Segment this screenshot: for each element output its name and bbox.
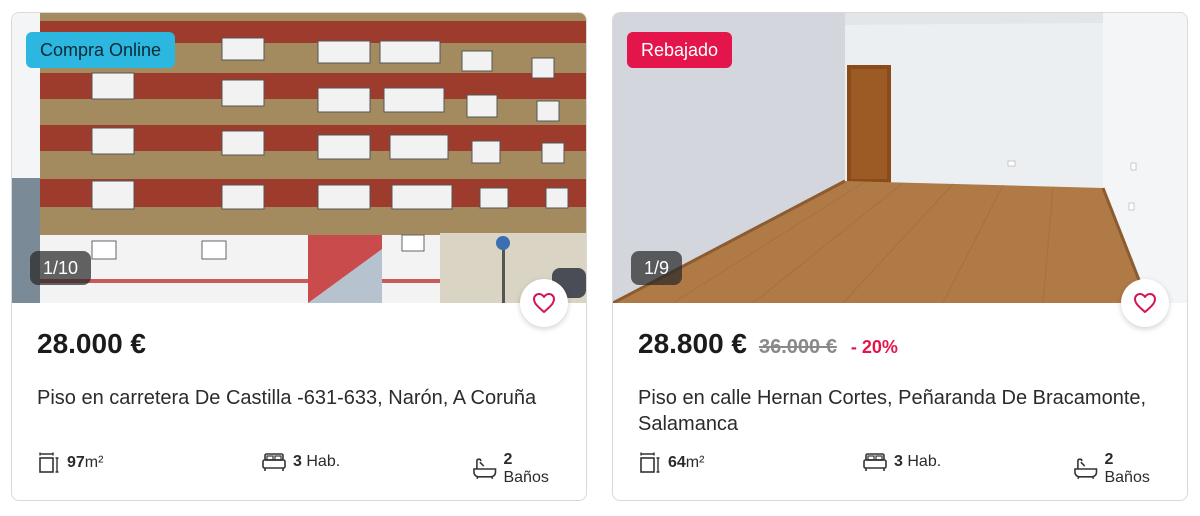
bed-icon	[262, 453, 286, 471]
area-unit: m²	[685, 454, 705, 471]
baths-value: 2	[503, 451, 513, 468]
favorite-button[interactable]	[520, 279, 568, 327]
rooms-unit: Hab.	[907, 453, 942, 470]
area-value: 97	[67, 454, 85, 471]
feature-baths: 2 Baños	[472, 451, 561, 487]
feature-rooms: 3 Hab.	[261, 451, 340, 473]
feature-area: 64m²	[638, 451, 704, 475]
price: 28.000 €	[37, 328, 146, 359]
badge-rebajado: Rebajado	[627, 32, 733, 68]
area-value: 64	[668, 454, 686, 471]
rooms-value: 3	[293, 453, 302, 470]
area-unit: m²	[84, 454, 104, 471]
heart-icon	[533, 293, 555, 313]
price: 28.800 €	[638, 328, 747, 359]
area-icon	[39, 452, 59, 473]
feature-area: 97m²	[37, 451, 103, 475]
rooms-unit: Hab.	[306, 453, 341, 470]
badge-compra-online: Compra Online	[26, 32, 176, 68]
features-row: 64m² 3 Hab. 2 Baños	[638, 451, 1162, 486]
discount-badge: - 20%	[850, 337, 898, 357]
listing-title[interactable]: Piso en calle Hernan Cortes, Peñaranda D…	[638, 385, 1168, 437]
price-row: 28.800 € 36.000 € - 20%	[638, 328, 898, 360]
area-icon	[640, 452, 660, 473]
baths-value: 2	[1104, 451, 1114, 468]
feature-baths: 2 Baños	[1073, 451, 1162, 487]
photo-counter: 1/10	[30, 251, 92, 285]
favorite-button[interactable]	[1121, 279, 1169, 327]
listing-card[interactable]: Rebajado 1/9 28.800 € 36.000 € - 20% Pis…	[612, 12, 1188, 501]
photo-counter: 1/9	[631, 251, 683, 285]
bed-icon	[863, 453, 887, 471]
old-price: 36.000 €	[759, 336, 837, 358]
baths-unit: Baños	[503, 469, 549, 486]
listing-title[interactable]: Piso en carretera De Castilla -631-633, …	[37, 385, 567, 411]
heart-icon	[1134, 293, 1156, 313]
price-row: 28.000 €	[37, 328, 146, 360]
bathtub-icon	[473, 458, 497, 480]
bathtub-icon	[1074, 458, 1098, 480]
baths-unit: Baños	[1104, 469, 1150, 486]
rooms-value: 3	[894, 453, 903, 470]
feature-rooms: 3 Hab.	[862, 451, 941, 473]
features-row: 97m² 3 Hab. 2 Baños	[37, 451, 561, 486]
listing-card[interactable]: Compra Online 1/10 28.000 € Piso en carr…	[11, 12, 587, 501]
